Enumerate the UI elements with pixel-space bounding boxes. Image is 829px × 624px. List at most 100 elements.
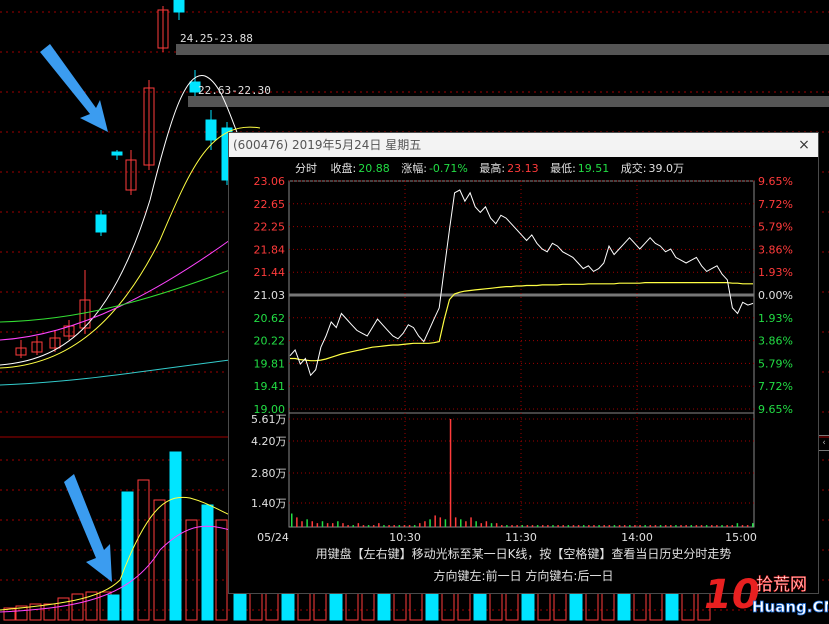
- pct-axis-label: 1.93%: [758, 266, 793, 279]
- watermark-site-en: Huang.CN: [752, 598, 828, 616]
- volume-bar: [521, 525, 523, 527]
- volume-bar: [582, 525, 585, 527]
- pct-axis-label: 3.86%: [758, 243, 793, 256]
- volume-bar: [489, 589, 503, 621]
- volume-bar: [296, 517, 298, 527]
- volume-bar: [700, 525, 703, 527]
- site-watermark: 10 拾荒网 Huang.CN: [700, 564, 829, 620]
- price-axis-label: 21.84: [254, 243, 286, 256]
- kline-candle: [95, 214, 107, 233]
- volume-bar: [121, 491, 134, 621]
- pct-axis-label: 7.72%: [758, 380, 793, 393]
- volume-bar: [434, 515, 436, 527]
- volume-bar: [654, 525, 657, 527]
- volume-bar: [613, 525, 616, 527]
- volume-bar: [316, 523, 319, 527]
- volume-bar: [473, 589, 487, 621]
- volume-bar: [541, 525, 544, 527]
- volume-bar: [577, 525, 580, 527]
- volume-bar: [644, 525, 646, 527]
- resistance-zone-label-1: 24.25-23.88: [180, 32, 253, 45]
- volume-bar: [511, 525, 513, 527]
- volume-bar: [557, 525, 559, 527]
- volume-bar: [185, 519, 198, 621]
- volume-bar: [460, 519, 462, 527]
- intraday-popup-window: (600476) 2019年5月24日 星期五 × 分时 收盘: 20.88 涨幅…: [228, 132, 819, 594]
- volume-bar: [537, 589, 551, 621]
- volume-bar: [475, 521, 477, 527]
- watermark-site-cn: 拾荒网: [756, 575, 807, 595]
- pct-axis-label: 5.79%: [758, 357, 793, 370]
- chevron-left-icon[interactable]: ‹: [818, 435, 829, 451]
- volume-bar: [617, 589, 631, 621]
- volume-bar: [598, 525, 600, 527]
- volume-bar: [618, 525, 621, 527]
- price-axis-label: 21.44: [254, 266, 286, 279]
- volume-bar: [495, 523, 498, 527]
- volume-bar: [281, 589, 295, 621]
- volume-bar: [367, 525, 370, 527]
- volume-bar: [633, 589, 647, 621]
- volume-axis-label: 4.20万: [251, 435, 287, 448]
- volume-bar: [377, 589, 391, 621]
- intraday-chart[interactable]: 23.06 9.65% 22.65 7.72% 22.25 5.79% 21.84 3.86%…: [229, 133, 818, 593]
- volume-bar: [233, 589, 247, 621]
- volume-bar: [378, 523, 380, 527]
- time-axis-label: 05/24: [257, 531, 289, 544]
- pct-axis-label: 1.93%: [758, 312, 793, 325]
- price-axis-label: 22.65: [254, 198, 286, 211]
- volume-bar: [685, 525, 687, 527]
- volume-bar: [506, 525, 508, 527]
- volume-bar: [752, 523, 754, 527]
- volume-bar: [567, 525, 570, 527]
- volume-bar: [441, 589, 455, 621]
- volume-bar: [321, 521, 324, 527]
- pct-axis-label: 7.72%: [758, 198, 793, 211]
- volume-bar: [357, 523, 360, 527]
- volume-bar: [249, 589, 263, 621]
- volume-bar: [746, 525, 749, 527]
- volume-bar: [337, 521, 339, 527]
- volume-bar: [345, 589, 359, 621]
- volume-bar: [716, 525, 718, 527]
- volume-bar: [352, 525, 354, 527]
- volume-bar: [516, 525, 518, 527]
- volume-bar: [526, 525, 529, 527]
- volume-bar: [521, 589, 535, 621]
- volume-bar: [169, 451, 182, 621]
- resistance-zone-label-2: 22.63-22.30: [198, 84, 271, 97]
- volume-bar: [665, 589, 679, 621]
- volume-bar: [444, 519, 447, 527]
- volume-ma-line: [0, 496, 231, 611]
- annotation-arrow-icon: [64, 474, 112, 582]
- volume-bar: [501, 525, 503, 527]
- volume-bar: [593, 525, 595, 527]
- volume-axis-label: 5.61万: [251, 413, 287, 426]
- volume-bar: [588, 525, 590, 527]
- price-axis-label: 22.25: [254, 221, 286, 234]
- volume-bar: [639, 525, 641, 527]
- volume-bar: [311, 521, 313, 527]
- volume-bar: [297, 589, 311, 621]
- kline-candle: [173, 0, 185, 13]
- volume-bar: [649, 525, 652, 527]
- volume-bar: [265, 589, 279, 621]
- volume-bar: [326, 523, 329, 527]
- volume-bar: [731, 525, 734, 527]
- volume-bar: [313, 589, 327, 621]
- pct-axis-label: 0.00%: [758, 289, 793, 302]
- volume-bar: [43, 603, 56, 621]
- volume-bar: [329, 589, 343, 621]
- volume-bar: [536, 525, 539, 527]
- volume-bar: [153, 499, 166, 621]
- volume-bar: [721, 525, 723, 527]
- volume-bar: [480, 523, 483, 527]
- volume-bar: [552, 525, 554, 527]
- volume-bar: [342, 523, 344, 527]
- volume-bar: [362, 525, 365, 527]
- time-axis-label: 11:30: [505, 531, 537, 544]
- time-axis-label: 15:00: [725, 531, 757, 544]
- volume-bar: [659, 525, 662, 527]
- resistance-zone-bar: [188, 96, 829, 107]
- volume-bar: [429, 519, 431, 527]
